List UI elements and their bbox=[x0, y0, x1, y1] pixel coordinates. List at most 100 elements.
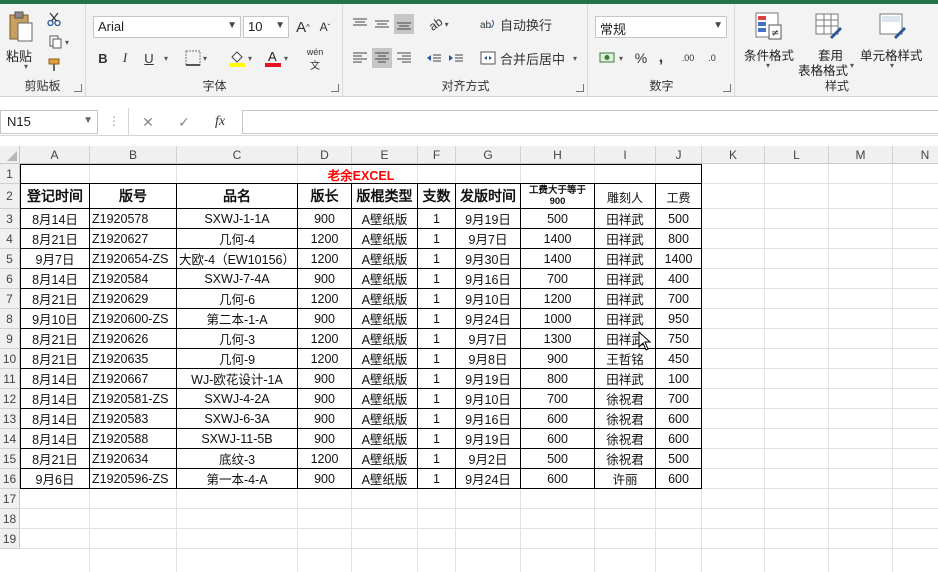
table-cell[interactable]: 700 bbox=[521, 269, 595, 289]
table-cell[interactable]: Z1920583 bbox=[90, 409, 177, 429]
underline-button[interactable]: U bbox=[139, 48, 159, 68]
table-cell[interactable]: 1400 bbox=[656, 249, 702, 269]
table-cell[interactable]: 1 bbox=[418, 269, 456, 289]
table-cell[interactable]: 徐祝君 bbox=[595, 389, 656, 409]
table-cell[interactable]: 500 bbox=[656, 209, 702, 229]
percent-button[interactable]: % bbox=[633, 48, 649, 68]
table-cell[interactable]: 8月21日 bbox=[20, 449, 90, 469]
paste-dropdown-icon[interactable]: ▾ bbox=[24, 62, 28, 71]
row-header[interactable]: 19 bbox=[0, 529, 20, 549]
table-cell[interactable]: 800 bbox=[521, 369, 595, 389]
table-cell[interactable]: 1 bbox=[418, 309, 456, 329]
table-cell[interactable]: Z1920588 bbox=[90, 429, 177, 449]
table-cell[interactable]: A壁纸版 bbox=[352, 229, 418, 249]
chevron-down-icon[interactable]: ▾ bbox=[850, 61, 854, 70]
column-header[interactable]: H bbox=[521, 146, 595, 164]
table-cell[interactable]: 8月21日 bbox=[20, 349, 90, 369]
cut-button[interactable] bbox=[44, 10, 64, 28]
chevron-down-icon[interactable]: ▾ bbox=[766, 61, 770, 70]
column-header[interactable]: C bbox=[177, 146, 298, 164]
table-cell[interactable]: 徐祝君 bbox=[595, 409, 656, 429]
table-cell[interactable]: 900 bbox=[298, 209, 352, 229]
table-cell[interactable]: 1 bbox=[418, 229, 456, 249]
table-cell[interactable]: A壁纸版 bbox=[352, 449, 418, 469]
table-cell[interactable]: SXWJ-1-1A bbox=[177, 209, 298, 229]
table-cell[interactable]: SXWJ-7-4A bbox=[177, 269, 298, 289]
column-header[interactable]: K bbox=[702, 146, 765, 164]
table-cell[interactable]: Z1920584 bbox=[90, 269, 177, 289]
table-cell[interactable]: 8月21日 bbox=[20, 289, 90, 309]
table-cell[interactable]: 8月14日 bbox=[20, 389, 90, 409]
table-cell[interactable]: 1 bbox=[418, 389, 456, 409]
column-header[interactable]: G bbox=[456, 146, 521, 164]
table-cell[interactable]: SXWJ-4-2A bbox=[177, 389, 298, 409]
wrap-text-button[interactable]: ab 自动换行 bbox=[480, 14, 560, 34]
confirm-entry-button[interactable]: ✓ bbox=[174, 112, 194, 132]
table-cell[interactable]: 9月19日 bbox=[456, 369, 521, 389]
table-cell[interactable]: Z1920581-ZS bbox=[90, 389, 177, 409]
table-cell[interactable]: 田祥武 bbox=[595, 369, 656, 389]
table-header-cell[interactable]: 发版时间 bbox=[456, 184, 521, 209]
table-cell[interactable]: 750 bbox=[656, 329, 702, 349]
table-cell[interactable]: 9月10日 bbox=[20, 309, 90, 329]
table-header-cell[interactable]: 支数 bbox=[418, 184, 456, 209]
chevron-down-icon[interactable]: ▼ bbox=[83, 115, 93, 126]
table-cell[interactable]: WJ-欧花设计-1A bbox=[177, 369, 298, 389]
align-middle-button[interactable] bbox=[372, 14, 392, 34]
select-all-corner[interactable] bbox=[0, 146, 20, 164]
table-cell[interactable]: 600 bbox=[656, 409, 702, 429]
decrease-indent-button[interactable] bbox=[424, 48, 444, 68]
table-cell[interactable]: 900 bbox=[298, 269, 352, 289]
row-header[interactable]: 7 bbox=[0, 289, 20, 309]
table-cell[interactable]: 9月7日 bbox=[456, 229, 521, 249]
align-left-button[interactable] bbox=[350, 48, 370, 68]
column-header[interactable]: B bbox=[90, 146, 177, 164]
copy-button[interactable]: ▾ bbox=[44, 33, 74, 51]
row-header[interactable]: 8 bbox=[0, 309, 20, 329]
align-right-button[interactable] bbox=[394, 48, 414, 68]
table-cell[interactable]: 1200 bbox=[298, 449, 352, 469]
table-cell[interactable]: 9月24日 bbox=[456, 469, 521, 489]
table-cell[interactable]: A壁纸版 bbox=[352, 349, 418, 369]
table-cell[interactable]: 1200 bbox=[298, 229, 352, 249]
table-cell[interactable]: 1 bbox=[418, 409, 456, 429]
row-header[interactable]: 13 bbox=[0, 409, 20, 429]
table-cell[interactable]: 田祥武 bbox=[595, 209, 656, 229]
table-cell[interactable]: 1 bbox=[418, 429, 456, 449]
table-cell[interactable]: 1300 bbox=[521, 329, 595, 349]
table-cell[interactable]: Z1920600-ZS bbox=[90, 309, 177, 329]
font-name-combo[interactable]: Arial ▼ bbox=[93, 16, 241, 38]
cancel-entry-button[interactable]: ✕ bbox=[138, 112, 158, 132]
table-cell[interactable]: 1200 bbox=[521, 289, 595, 309]
table-cell[interactable]: 900 bbox=[298, 309, 352, 329]
table-cell[interactable]: 1 bbox=[418, 469, 456, 489]
font-launcher-icon[interactable] bbox=[331, 84, 339, 92]
row-header[interactable]: 18 bbox=[0, 509, 20, 529]
phonetic-button[interactable]: wén 文 bbox=[301, 47, 329, 72]
underline-dropdown-icon[interactable]: ▾ bbox=[159, 48, 171, 68]
row-header[interactable]: 12 bbox=[0, 389, 20, 409]
format-as-table-button[interactable] bbox=[812, 10, 844, 42]
table-cell[interactable]: 800 bbox=[656, 229, 702, 249]
row-header[interactable]: 6 bbox=[0, 269, 20, 289]
table-cell[interactable]: 8月14日 bbox=[20, 269, 90, 289]
table-header-cell[interactable]: 品名 bbox=[177, 184, 298, 209]
column-header[interactable]: E bbox=[352, 146, 418, 164]
table-cell[interactable]: 500 bbox=[656, 449, 702, 469]
align-bottom-button[interactable] bbox=[394, 14, 414, 34]
table-cell[interactable]: Z1920634 bbox=[90, 449, 177, 469]
table-cell[interactable]: 8月21日 bbox=[20, 229, 90, 249]
table-cell[interactable]: Z1920654-ZS bbox=[90, 249, 177, 269]
bold-button[interactable]: B bbox=[93, 48, 113, 68]
table-cell[interactable]: 田祥武 bbox=[595, 269, 656, 289]
row-header[interactable]: 9 bbox=[0, 329, 20, 349]
table-cell[interactable]: A壁纸版 bbox=[352, 409, 418, 429]
table-cell[interactable]: 600 bbox=[521, 469, 595, 489]
row-header[interactable]: 15 bbox=[0, 449, 20, 469]
table-cell[interactable]: Z1920629 bbox=[90, 289, 177, 309]
table-cell[interactable]: 1200 bbox=[298, 289, 352, 309]
row-header[interactable]: 1 bbox=[0, 164, 20, 184]
row-header[interactable]: 11 bbox=[0, 369, 20, 389]
column-header[interactable]: I bbox=[595, 146, 656, 164]
table-header-cell[interactable]: 工费 bbox=[656, 184, 702, 209]
